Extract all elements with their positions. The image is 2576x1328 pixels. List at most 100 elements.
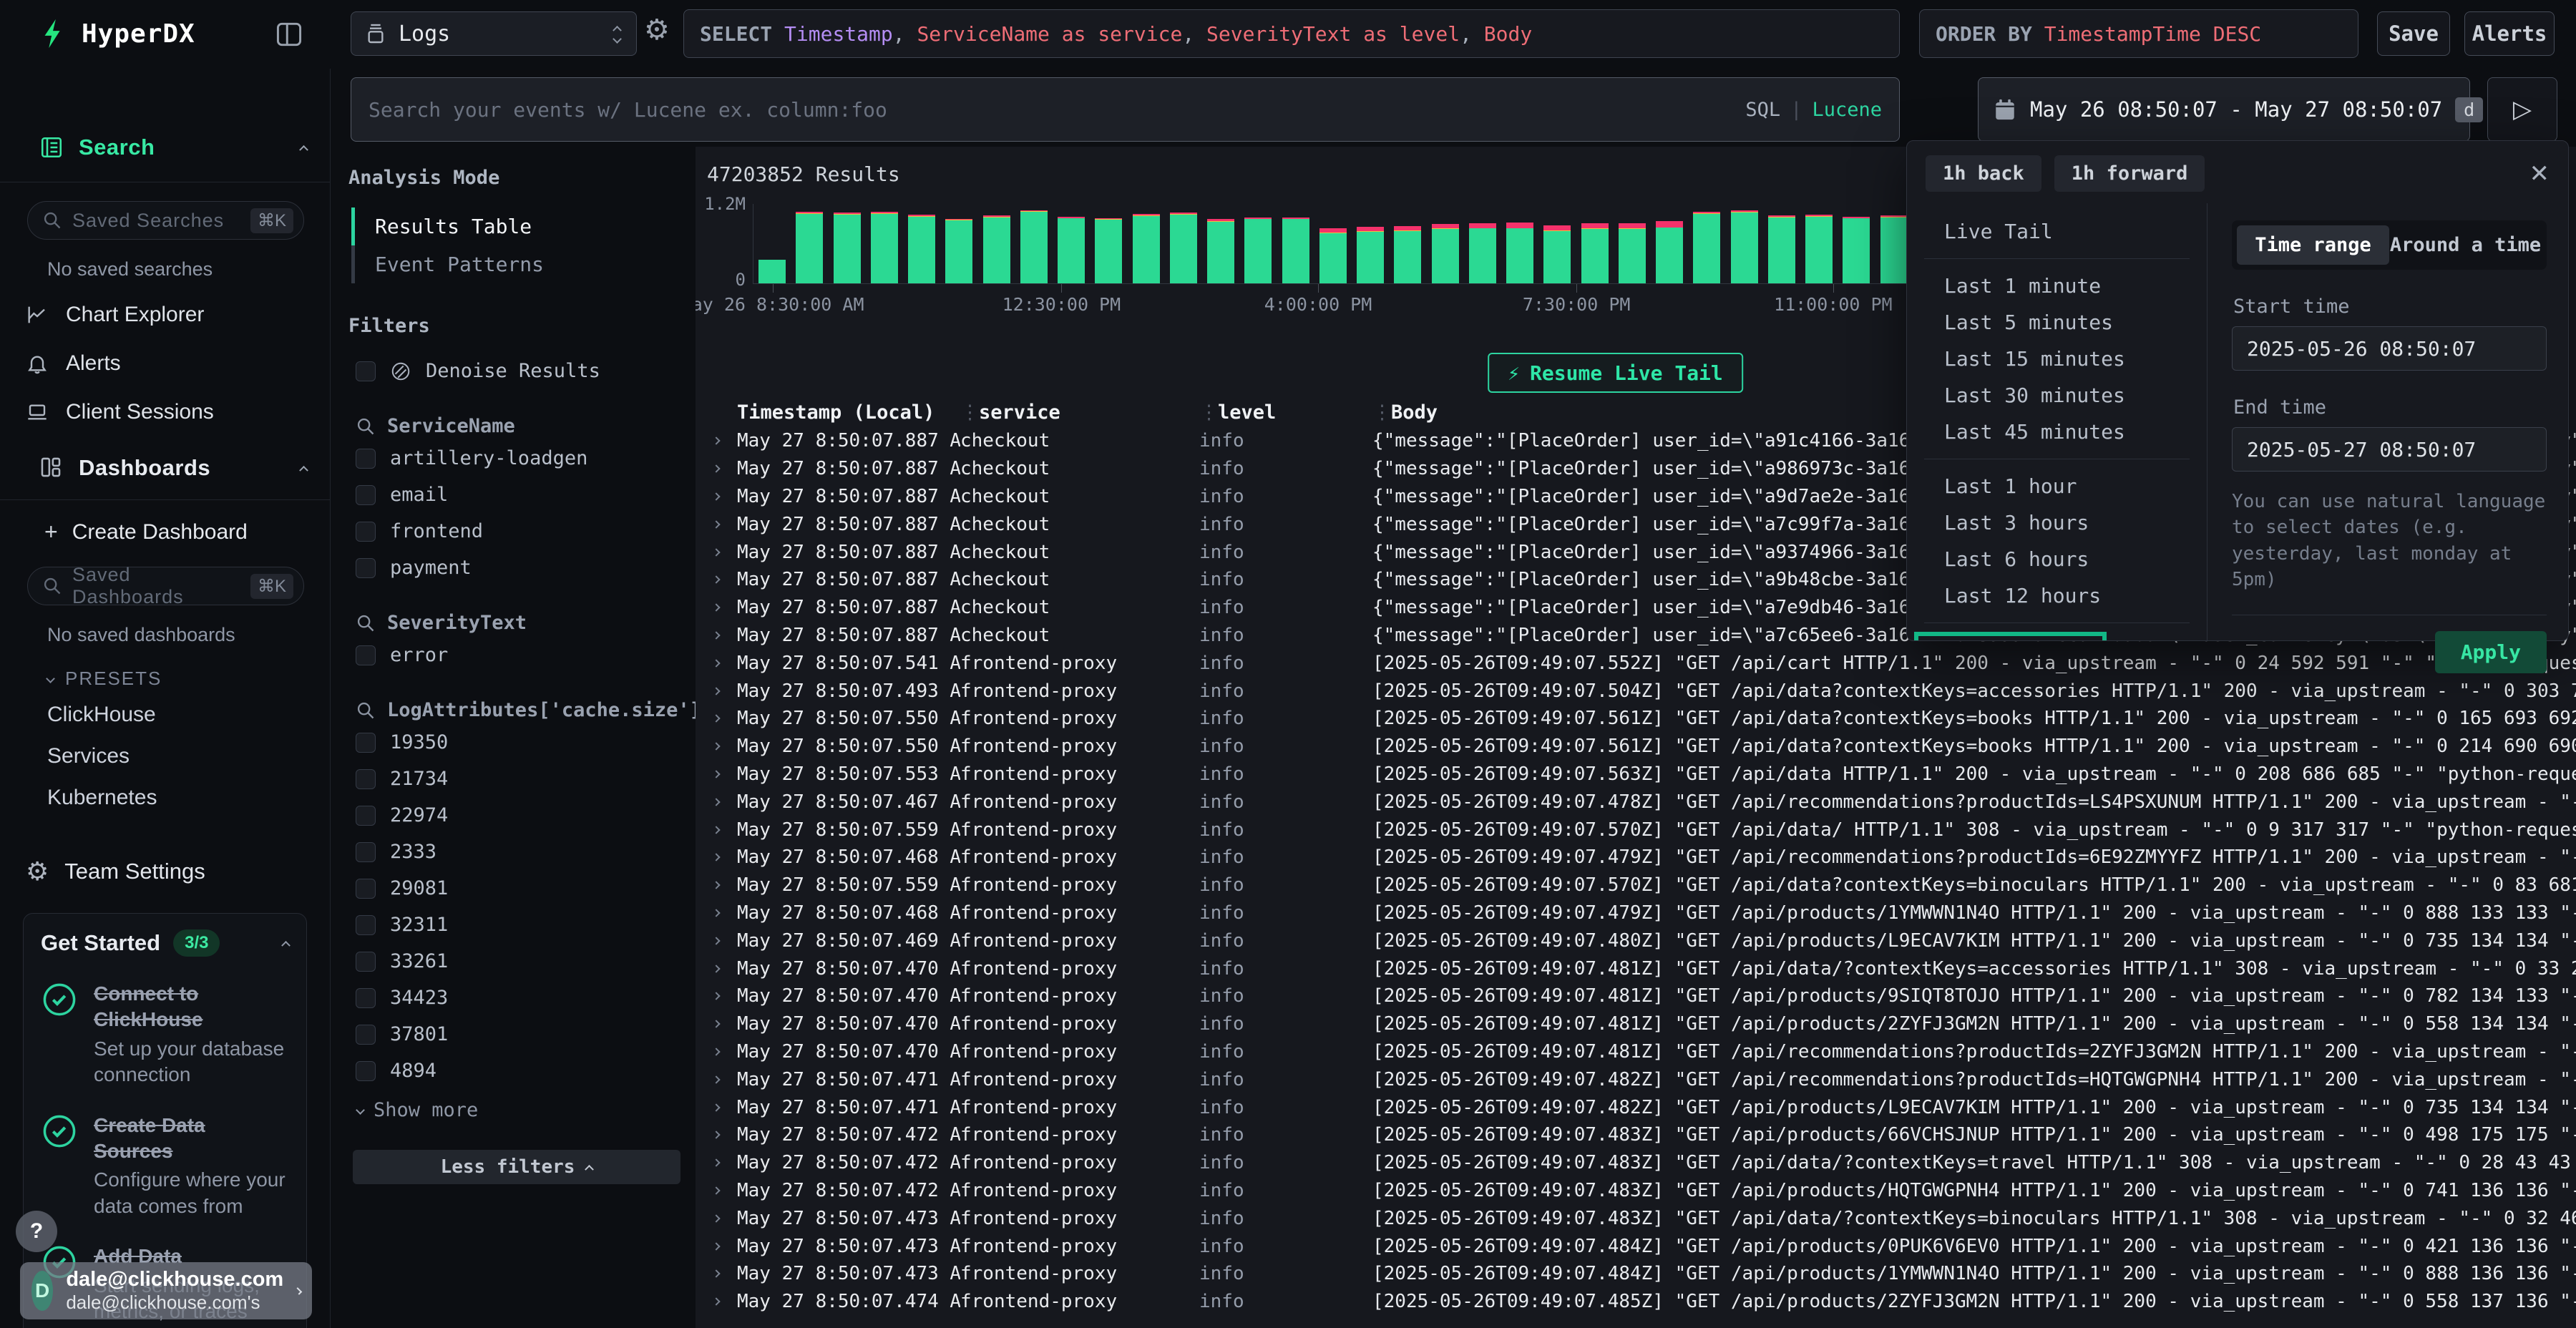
select-query-input[interactable]: SELECT Timestamp, ServiceName as service… <box>683 9 1900 58</box>
row-expand-chevron-icon[interactable] <box>696 882 737 888</box>
table-row[interactable]: May 27 8:50:07.469 AM frontend-proxy inf… <box>696 927 2576 954</box>
row-expand-chevron-icon[interactable] <box>696 605 737 610</box>
facet-checkbox[interactable] <box>356 879 376 899</box>
preset-dashboard-item[interactable]: Kubernetes <box>0 777 330 819</box>
saved-searches-input[interactable]: Saved Searches ⌘K <box>27 201 304 240</box>
histogram-bar[interactable] <box>1427 204 1464 283</box>
histogram-bar[interactable] <box>1576 204 1614 283</box>
facet-checkbox[interactable] <box>356 1061 376 1081</box>
less-filters-button[interactable]: Less filters <box>353 1150 680 1184</box>
time-range-option[interactable]: Last 5 minutes <box>1907 304 2207 341</box>
table-row[interactable]: May 27 8:50:07.470 AM frontend-proxy inf… <box>696 954 2576 982</box>
column-resize-handle[interactable]: ⋮ <box>1372 401 1382 424</box>
row-expand-chevron-icon[interactable] <box>696 438 737 444</box>
denoise-checkbox[interactable] <box>356 361 376 381</box>
histogram-bar[interactable] <box>753 204 791 283</box>
table-row[interactable]: May 27 8:50:07.473 AM frontend-proxy inf… <box>696 1232 2576 1260</box>
row-expand-chevron-icon[interactable] <box>696 910 737 916</box>
row-expand-chevron-icon[interactable] <box>696 688 737 694</box>
facet-value-row[interactable]: 22974 <box>348 797 681 834</box>
facet-checkbox[interactable] <box>356 915 376 935</box>
saved-dashboards-input[interactable]: Saved Dashboards ⌘K <box>27 567 304 605</box>
facet-checkbox[interactable] <box>356 769 376 789</box>
facet-checkbox[interactable] <box>356 522 376 542</box>
time-range-option[interactable]: Live Tail <box>1907 213 2207 250</box>
get-started-item[interactable]: Connect to ClickHouse Set up your databa… <box>41 981 289 1088</box>
facet-checkbox[interactable] <box>356 988 376 1008</box>
row-expand-chevron-icon[interactable] <box>696 993 737 999</box>
apply-button[interactable]: Apply <box>2435 631 2547 673</box>
histogram-bar[interactable] <box>978 204 1015 283</box>
analysis-mode-option[interactable]: Results Table <box>351 208 681 245</box>
histogram-bar[interactable] <box>903 204 940 283</box>
event-search-box[interactable]: SQL | Lucene <box>351 77 1900 142</box>
facet-value-row[interactable]: 29081 <box>348 870 681 907</box>
sidebar-item-client-sessions[interactable]: Client Sessions <box>0 388 330 436</box>
row-expand-chevron-icon[interactable] <box>696 1132 737 1138</box>
row-expand-chevron-icon[interactable] <box>696 827 737 833</box>
time-range-option[interactable]: Last 6 hours <box>1907 541 2207 577</box>
histogram-bar[interactable] <box>866 204 903 283</box>
chevron-up-icon[interactable] <box>281 940 291 949</box>
table-row[interactable]: May 27 8:50:07.470 AM frontend-proxy inf… <box>696 1010 2576 1038</box>
tab-time-range[interactable]: Time range <box>2237 225 2389 265</box>
histogram-bar[interactable] <box>1053 204 1090 283</box>
histogram-bar[interactable] <box>1128 204 1165 283</box>
sidebar-item-dashboards[interactable]: Dashboards <box>0 436 330 500</box>
histogram-bar[interactable] <box>1277 204 1314 283</box>
table-row[interactable]: May 27 8:50:07.472 AM frontend-proxy inf… <box>696 1121 2576 1149</box>
facet-checkbox[interactable] <box>356 806 376 826</box>
row-expand-chevron-icon[interactable] <box>696 799 737 805</box>
histogram-bar[interactable] <box>940 204 977 283</box>
facet-checkbox[interactable] <box>356 1025 376 1045</box>
facet-value-row[interactable]: 37801 <box>348 1016 681 1053</box>
table-row[interactable]: May 27 8:50:07.471 AM frontend-proxy inf… <box>696 1093 2576 1121</box>
time-range-option[interactable]: Last 1 days <box>1914 632 2107 640</box>
end-time-input[interactable] <box>2232 427 2547 472</box>
time-range-option[interactable]: Last 1 hour <box>1907 468 2207 504</box>
sidebar-item-alerts[interactable]: Alerts <box>0 339 330 388</box>
table-row[interactable]: May 27 8:50:07.470 AM frontend-proxy inf… <box>696 1038 2576 1066</box>
close-icon[interactable]: ✕ <box>2529 162 2550 186</box>
histogram-bar[interactable] <box>1614 204 1651 283</box>
row-expand-chevron-icon[interactable] <box>696 660 737 666</box>
user-menu[interactable]: D dale@clickhouse.com dale@clickhouse.co… <box>20 1262 312 1319</box>
table-row[interactable]: May 27 8:50:07.550 AM frontend-proxy inf… <box>696 733 2576 761</box>
row-expand-chevron-icon[interactable] <box>696 1244 737 1249</box>
row-expand-chevron-icon[interactable] <box>696 854 737 860</box>
histogram-bar[interactable] <box>1352 204 1389 283</box>
histogram-bar[interactable] <box>1538 204 1576 283</box>
histogram-bar[interactable] <box>1763 204 1800 283</box>
row-expand-chevron-icon[interactable] <box>696 1105 737 1110</box>
facet-value-row[interactable]: 32311 <box>348 907 681 943</box>
table-row[interactable]: May 27 8:50:07.473 AM frontend-proxy inf… <box>696 1260 2576 1288</box>
date-range-picker[interactable]: May 26 08:50:07 - May 27 08:50:07 d <box>1978 77 2470 142</box>
histogram-bar[interactable] <box>1726 204 1763 283</box>
row-expand-chevron-icon[interactable] <box>696 1077 737 1083</box>
chevron-up-icon[interactable] <box>299 465 308 474</box>
row-expand-chevron-icon[interactable] <box>696 1299 737 1304</box>
facet-checkbox[interactable] <box>356 733 376 753</box>
facet-value-row[interactable]: 4894 <box>348 1053 681 1089</box>
time-range-option[interactable]: Last 30 minutes <box>1907 377 2207 414</box>
row-expand-chevron-icon[interactable] <box>696 1271 737 1276</box>
histogram-bar[interactable] <box>1090 204 1127 283</box>
get-started-item[interactable]: Create Data Sources Configure where your… <box>41 1113 289 1220</box>
histogram-bar[interactable] <box>1688 204 1725 283</box>
row-expand-chevron-icon[interactable] <box>696 1160 737 1166</box>
facet-value-row[interactable]: 2333 <box>348 834 681 870</box>
facet-value-row[interactable]: 34423 <box>348 980 681 1016</box>
table-row[interactable]: May 27 8:50:07.559 AM frontend-proxy inf… <box>696 816 2576 844</box>
sidebar-item-team-settings[interactable]: ⚙ Team Settings <box>26 859 330 884</box>
table-row[interactable]: May 27 8:50:07.493 AM frontend-proxy inf… <box>696 677 2576 705</box>
time-range-option[interactable]: Last 3 hours <box>1907 504 2207 541</box>
preset-dashboard-item[interactable]: ClickHouse <box>0 694 330 736</box>
resume-live-tail-button[interactable]: ⚡ Resume Live Tail <box>1488 353 1743 393</box>
chevron-up-icon[interactable] <box>299 145 308 154</box>
shift-back-button[interactable]: 1h back <box>1926 155 2041 192</box>
facet-checkbox[interactable] <box>356 645 376 665</box>
facet-value-row[interactable]: frontend <box>348 513 681 550</box>
tab-around-a-time[interactable]: Around a time <box>2389 225 2542 265</box>
row-expand-chevron-icon[interactable] <box>696 494 737 499</box>
table-row[interactable]: May 27 8:50:07.467 AM frontend-proxy inf… <box>696 788 2576 816</box>
